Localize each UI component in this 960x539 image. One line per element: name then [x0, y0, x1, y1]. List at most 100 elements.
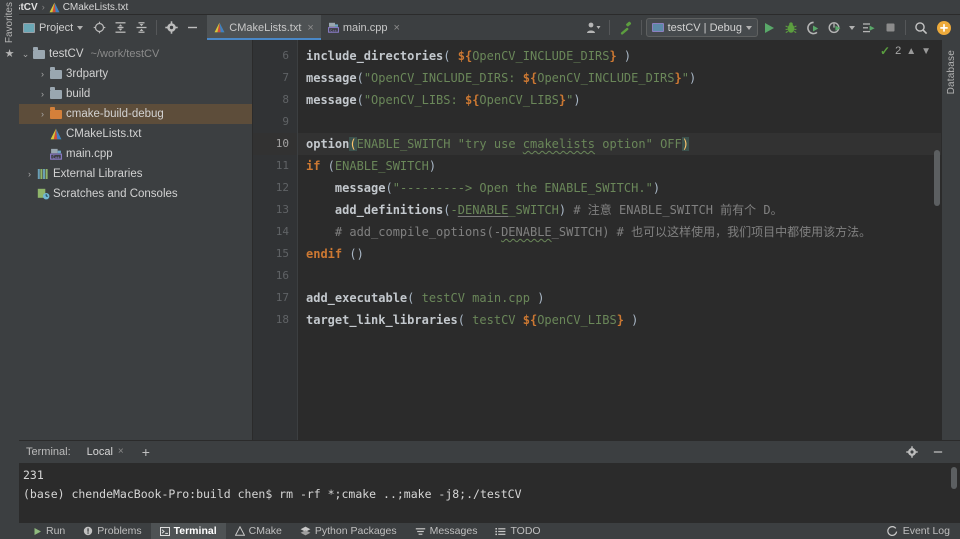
gear-icon[interactable] [161, 17, 182, 39]
tree-row-build[interactable]: › build [19, 84, 252, 104]
chevron-down-icon[interactable]: ▼ [921, 46, 931, 57]
chevron-down-icon[interactable]: ⌄ [19, 49, 32, 60]
toolbar-divider [608, 20, 610, 35]
tab-main-cpp[interactable]: C++ main.cpp × [321, 15, 407, 40]
code-editor[interactable]: 6 7 8 9 10 11 12 13 14 15 16 17 18 inclu [253, 40, 941, 440]
status-item-python-packages[interactable]: Python Packages [291, 523, 406, 539]
status-label: TODO [510, 525, 541, 537]
cmake-file-icon [49, 2, 61, 13]
tree-row-external-libraries[interactable]: › External Libraries [19, 164, 252, 184]
folder-icon [32, 47, 46, 59]
terminal-icon [159, 526, 170, 536]
project-toolwindow-button[interactable]: Project [19, 17, 89, 39]
toolbar-divider [905, 20, 906, 35]
status-label: Terminal [173, 525, 217, 537]
run-icon[interactable] [758, 17, 780, 39]
cmake-icon [234, 526, 245, 536]
todo-icon [495, 527, 506, 536]
terminal-line: 231 [23, 468, 44, 482]
main-toolbar: Project CMakeLists.txt × C++ main.cpp × … [0, 15, 960, 40]
update-project-icon[interactable] [932, 17, 956, 39]
code-line[interactable]: add_definitions(-DENABLE_SWITCH) # 注意 EN… [298, 199, 941, 221]
scratches-icon [36, 188, 50, 200]
status-item-terminal[interactable]: Terminal [150, 522, 226, 539]
chevron-up-icon[interactable]: ▲ [906, 46, 916, 57]
status-item-event-log[interactable]: Event Log [903, 523, 950, 539]
minimize-icon[interactable] [930, 444, 946, 460]
code-line[interactable]: add_executable( testCV main.cpp ) [298, 287, 941, 309]
folder-icon [49, 67, 63, 79]
collapse-all-icon[interactable] [131, 17, 152, 39]
code-line[interactable]: message("OpenCV_INCLUDE_DIRS: ${OpenCV_I… [298, 67, 941, 89]
code-line-current[interactable]: option(ENABLE_SWITCH "try use cmakelists… [298, 133, 941, 155]
code-line[interactable] [298, 111, 941, 133]
line-number: 12 [275, 181, 289, 194]
terminal-output[interactable]: 231 (base) chendeMacBook-Pro:build chen$… [19, 463, 960, 522]
code-line[interactable]: endif () [298, 243, 941, 265]
close-icon[interactable]: × [307, 22, 313, 34]
tab-cmakelists[interactable]: CMakeLists.txt × [207, 15, 321, 40]
add-terminal-button[interactable]: + [142, 445, 150, 459]
tree-label: 3rdparty [66, 68, 109, 80]
run-tests-icon[interactable] [858, 17, 880, 39]
code-line[interactable]: message("OpenCV_LIBS: ${OpenCV_LIBS}") [298, 89, 941, 111]
status-item-run[interactable]: Run [24, 523, 74, 539]
code-line[interactable]: message("---------> Open the ENABLE_SWIT… [298, 177, 941, 199]
tree-row-scratches[interactable]: Scratches and Consoles [19, 184, 252, 204]
chevron-right-icon[interactable]: › [23, 169, 36, 179]
tree-row-cmakelists[interactable]: CMakeLists.txt [19, 124, 252, 144]
line-number: 15 [275, 247, 289, 260]
chevron-right-icon[interactable]: › [36, 69, 49, 79]
code-line[interactable]: include_directories( ${OpenCV_INCLUDE_DI… [298, 45, 941, 67]
profiler-icon[interactable] [824, 17, 846, 39]
status-item-messages[interactable]: Messages [406, 523, 487, 539]
expand-all-icon[interactable] [110, 17, 131, 39]
stop-icon[interactable] [880, 17, 901, 39]
gear-icon[interactable] [904, 444, 920, 460]
chevron-right-icon[interactable]: › [36, 109, 49, 119]
editor-scrollbar-thumb[interactable] [934, 150, 940, 206]
status-label: CMake [248, 525, 282, 537]
status-item-problems[interactable]: Problems [74, 523, 150, 539]
cpp-file-icon: C++ [49, 148, 63, 160]
search-everywhere-icon[interactable] [910, 17, 932, 39]
tree-row-3rdparty[interactable]: › 3rdparty [19, 64, 252, 84]
toolbar-divider [156, 20, 158, 35]
inspection-widget[interactable]: ✓ 2 ▲ ▼ [880, 44, 931, 58]
locate-icon[interactable] [89, 17, 110, 39]
build-hammer-icon[interactable] [614, 17, 637, 39]
star-icon: ★ [4, 48, 15, 61]
tree-row-cmake-build-debug[interactable]: › cmake-build-debug [19, 104, 252, 124]
debug-bug-icon[interactable] [780, 17, 802, 39]
tree-label: testCV [49, 48, 84, 60]
terminal-scrollbar-thumb[interactable] [951, 467, 957, 489]
close-icon[interactable]: × [393, 22, 399, 34]
tree-row-testcv[interactable]: ⌄ testCV ~/work/testCV [19, 44, 252, 64]
run-with-coverage-icon[interactable] [802, 17, 824, 39]
vcs-update-user-icon[interactable] [582, 17, 605, 39]
chevron-down-icon[interactable] [846, 17, 858, 39]
sidebar-item-database[interactable]: Database [946, 44, 957, 100]
cpp-file-icon: C++ [327, 22, 339, 33]
code-line[interactable]: if (ENABLE_SWITCH) [298, 155, 941, 177]
line-number: 16 [275, 269, 289, 282]
folder-icon [49, 107, 63, 119]
close-icon[interactable]: × [118, 446, 124, 457]
code-line[interactable]: target_link_libraries( testCV ${OpenCV_L… [298, 309, 941, 331]
code-line[interactable] [298, 265, 941, 287]
cmake-file-icon [214, 22, 225, 33]
line-number: 11 [275, 159, 289, 172]
tree-row-main-cpp[interactable]: C++ main.cpp [19, 144, 252, 164]
run-configuration-selector[interactable]: testCV | Debug [645, 18, 758, 37]
code-lines[interactable]: include_directories( ${OpenCV_INCLUDE_DI… [297, 40, 941, 440]
terminal-tab-local[interactable]: Local × [82, 443, 128, 465]
editor-area: 6 7 8 9 10 11 12 13 14 15 16 17 18 inclu [253, 40, 941, 440]
minimize-icon[interactable] [182, 17, 203, 39]
status-item-todo[interactable]: TODO [486, 523, 549, 539]
status-label: Problems [97, 525, 142, 537]
titlebar: testCV › CMakeLists.txt [0, 0, 960, 15]
status-item-cmake[interactable]: CMake [226, 523, 291, 539]
project-tree-panel[interactable]: ⌄ testCV ~/work/testCV › 3rdparty › buil… [19, 40, 253, 440]
code-line[interactable]: # add_compile_options(-DENABLE_SWITCH) #… [298, 221, 941, 243]
chevron-right-icon[interactable]: › [36, 89, 49, 99]
